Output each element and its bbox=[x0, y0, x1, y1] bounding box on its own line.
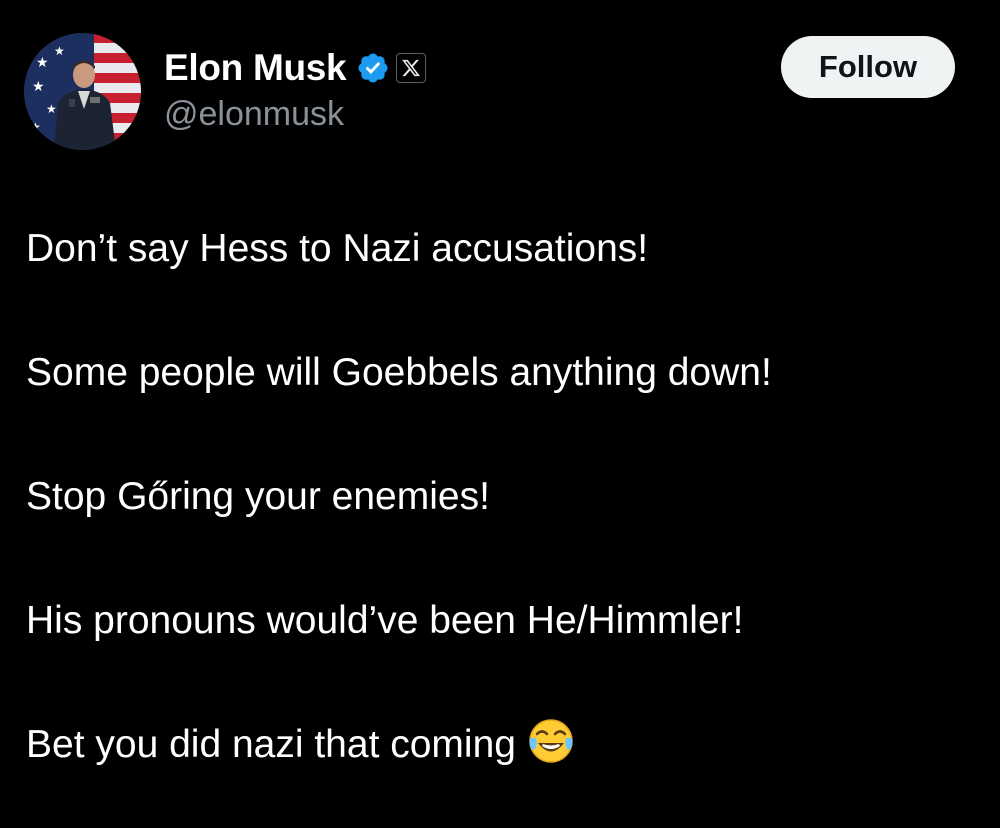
tweet-line: Some people will Goebbels anything down! bbox=[26, 351, 772, 394]
x-logo-icon[interactable] bbox=[396, 53, 427, 83]
tweet-header: ★ ★ ★ ★ ★ Elon Musk @elonmusk Follow bbox=[24, 33, 964, 153]
author-identity: Elon Musk @elonmusk bbox=[164, 43, 724, 134]
tweet-line: His pronouns would’ve been He/Himmler! bbox=[26, 599, 744, 642]
tweet-line: Stop Gőring your enemies! bbox=[26, 475, 490, 518]
svg-text:★: ★ bbox=[30, 120, 41, 134]
svg-text:★: ★ bbox=[46, 102, 57, 116]
tweet-card: ★ ★ ★ ★ ★ Elon Musk @elonmusk Follow Don… bbox=[0, 0, 1000, 828]
tweet-text: Don’t say Hess to Nazi accusations! Some… bbox=[26, 218, 966, 776]
display-name[interactable]: Elon Musk bbox=[164, 47, 347, 89]
tears-of-joy-emoji-icon bbox=[526, 716, 576, 766]
verified-badge-icon[interactable] bbox=[356, 51, 390, 85]
svg-text:★: ★ bbox=[32, 78, 45, 94]
svg-text:★: ★ bbox=[36, 54, 49, 70]
avatar[interactable]: ★ ★ ★ ★ ★ bbox=[24, 33, 141, 150]
follow-button[interactable]: Follow bbox=[781, 36, 955, 98]
tweet-line-last: Bet you did nazi that coming bbox=[26, 714, 966, 776]
tweet-line: Don’t say Hess to Nazi accusations! bbox=[26, 227, 649, 270]
avatar-image: ★ ★ ★ ★ ★ bbox=[24, 33, 141, 150]
handle[interactable]: @elonmusk bbox=[164, 95, 724, 134]
tweet-line-text: Bet you did nazi that coming bbox=[26, 723, 516, 766]
svg-text:★: ★ bbox=[54, 44, 65, 58]
name-row: Elon Musk bbox=[164, 43, 724, 93]
